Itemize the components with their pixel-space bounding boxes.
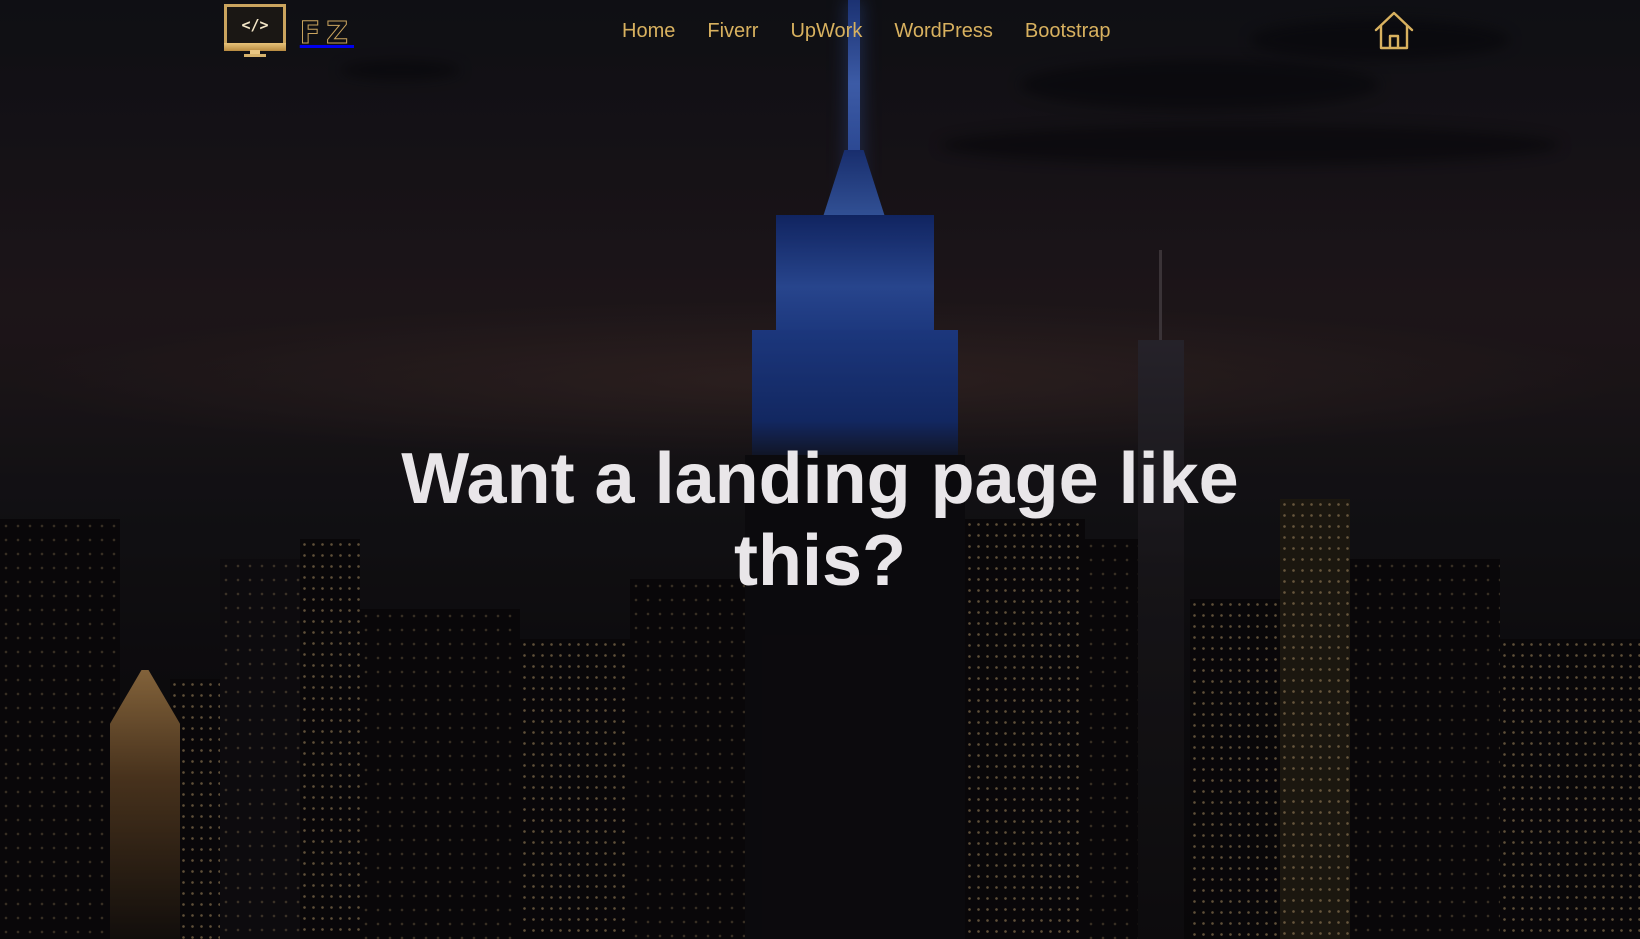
nav-link-fiverr[interactable]: Fiverr <box>707 20 758 42</box>
monitor-code-icon: </> <box>224 4 286 57</box>
nav-link-home[interactable]: Home <box>622 20 675 42</box>
nav-item: Bootstrap <box>1025 20 1111 43</box>
home-icon <box>1374 11 1414 50</box>
nav-link-wordpress[interactable]: WordPress <box>894 20 993 42</box>
hero-headline: Want a landing page like this? <box>401 439 1239 601</box>
nav-link-upwork[interactable]: UpWork <box>790 20 862 42</box>
nav-item: Home <box>622 20 675 43</box>
logo-letters: FZ <box>299 16 354 52</box>
monitor-screen: </> <box>224 4 286 51</box>
home-button[interactable] <box>1373 9 1415 51</box>
nav-item: UpWork <box>790 20 862 43</box>
brand-logo[interactable]: </> FZ <box>224 4 354 57</box>
top-navbar: </> FZ Home Fiverr UpWork WordPress Boot… <box>0 0 1640 66</box>
nav-item: WordPress <box>894 20 993 43</box>
monitor-base <box>244 54 266 57</box>
hero-section: </> FZ Home Fiverr UpWork WordPress Boot… <box>0 0 1640 939</box>
nav-link-bootstrap[interactable]: Bootstrap <box>1025 20 1111 42</box>
nav-menu: Home Fiverr UpWork WordPress Bootstrap <box>622 20 1111 43</box>
nav-item: Fiverr <box>707 20 758 43</box>
